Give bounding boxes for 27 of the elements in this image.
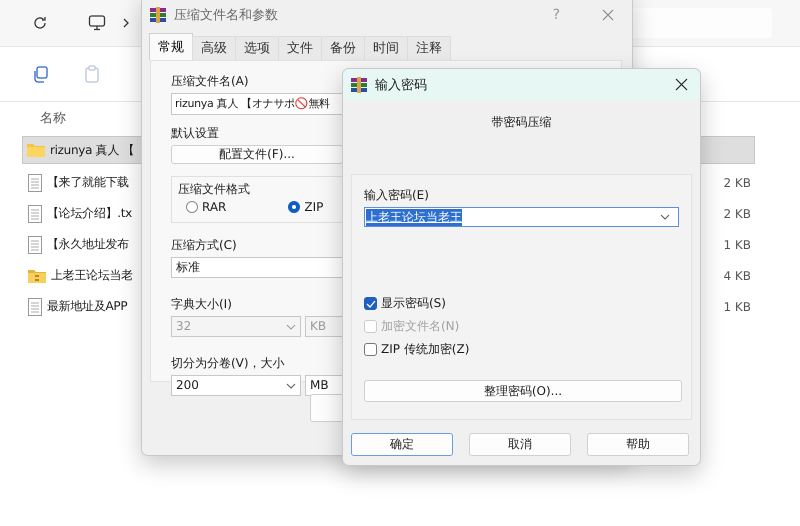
group-label: 压缩文件格式 xyxy=(178,181,250,198)
password-text: 上老王论坛当老王 xyxy=(366,208,462,226)
field-label: 输入密码(E) xyxy=(364,187,429,204)
checkbox-label: 显示密码(S) xyxy=(381,295,446,312)
field-label: 压缩方式(C) xyxy=(171,237,237,254)
file-name: 【论坛介绍】.tx xyxy=(47,205,132,222)
file-size: 1 KB xyxy=(723,238,751,252)
checkbox-label: 加密文件名(N) xyxy=(381,318,460,335)
field-label: 切分为分卷(V)，大小 xyxy=(171,355,285,372)
window-title: 输入密码 xyxy=(375,76,427,94)
file-name: rizunya 真人 【 xyxy=(50,142,134,158)
file-size: 2 KB xyxy=(723,206,751,220)
dialog-heading: 带密码压缩 xyxy=(492,114,552,130)
field-label: 默认设置 xyxy=(171,125,219,142)
file-name: 上老王论坛当老 xyxy=(51,267,133,284)
field-label: 字典大小(I) xyxy=(171,296,232,313)
field-label: 压缩文件名(A) xyxy=(171,73,249,90)
checkbox-label: ZIP 传统加密(Z) xyxy=(381,341,470,358)
file-name: 【永久地址发布 xyxy=(47,236,129,253)
file-size: 1 KB xyxy=(723,300,751,314)
window-title: 压缩文件名和参数 xyxy=(174,7,278,24)
file-size: 2 KB xyxy=(723,176,751,190)
file-name: 最新地址及APP xyxy=(47,298,128,315)
file-name: 【来了就能下载 xyxy=(47,174,129,191)
file-size: 4 KB xyxy=(723,268,751,282)
radio-label: RAR xyxy=(202,200,226,214)
radio-label: ZIP xyxy=(304,200,324,214)
